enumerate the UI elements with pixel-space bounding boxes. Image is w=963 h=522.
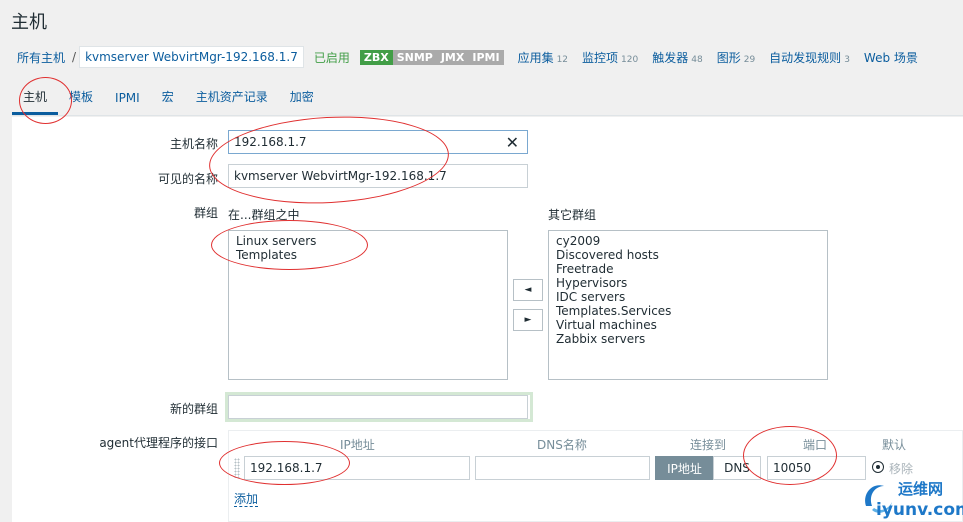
- add-interface-link[interactable]: 添加: [234, 493, 259, 507]
- column-connect-to: 连接到: [690, 438, 727, 452]
- groups-label: 群组: [193, 206, 218, 220]
- breadcrumb-discovery-rules[interactable]: 自动发现规则 3: [769, 49, 850, 66]
- tab-templates[interactable]: 模板: [58, 88, 104, 115]
- other-groups-listbox[interactable]: cy2009 Discovered hosts Freetrade Hyperv…: [548, 230, 828, 380]
- breadcrumb-items[interactable]: 监控项 120: [582, 49, 638, 66]
- visible-name-label: 可见的名称: [157, 172, 218, 186]
- list-item[interactable]: Virtual machines: [556, 318, 820, 332]
- column-ip: IP地址: [340, 438, 375, 452]
- list-item[interactable]: Linux servers: [236, 234, 500, 248]
- column-port: 端口: [803, 438, 828, 452]
- host-name-input[interactable]: 192.168.1.7 ✕: [228, 130, 528, 154]
- visible-name-value: kvmserver WebvirtMgr-192.168.1.7: [234, 169, 447, 183]
- tab-macros[interactable]: 宏: [151, 88, 185, 115]
- move-right-button[interactable]: ►: [513, 309, 543, 331]
- connect-ip-button[interactable]: IP地址: [655, 456, 714, 480]
- default-interface-radio[interactable]: [872, 461, 884, 473]
- breadcrumb-graphs[interactable]: 图形 29: [717, 49, 755, 66]
- page-title: 主机: [11, 12, 47, 33]
- arrow-left-icon: ◄: [524, 285, 532, 295]
- availability-jmx-badge: JMX: [436, 49, 469, 65]
- visible-name-input[interactable]: kvmserver WebvirtMgr-192.168.1.7: [228, 164, 528, 188]
- host-name-label: 主机名称: [169, 137, 218, 151]
- arrow-right-icon: ►: [524, 315, 532, 325]
- connect-dns-button[interactable]: DNS: [713, 456, 761, 480]
- watermark-logo: 运维网 iyunv.com: [858, 476, 963, 522]
- list-item[interactable]: IDC servers: [556, 290, 820, 304]
- drag-handle-icon[interactable]: [234, 458, 240, 478]
- breadcrumb-separator: /: [72, 50, 77, 64]
- tab-inventory[interactable]: 主机资产记录: [185, 88, 279, 115]
- watermark-text-cn: 运维网: [898, 480, 944, 498]
- availability-zbx-badge: ZBX: [359, 49, 393, 65]
- tab-host[interactable]: 主机: [12, 88, 59, 115]
- breadcrumb-applications[interactable]: 应用集 12: [518, 49, 568, 66]
- tab-bar: 主机 模板 IPMI 宏 主机资产记录 加密: [12, 80, 963, 116]
- clear-icon[interactable]: ✕: [506, 133, 519, 152]
- in-groups-label: 在...群组之中: [228, 208, 300, 222]
- breadcrumb-triggers[interactable]: 触发器 48: [652, 49, 702, 66]
- list-item[interactable]: Discovered hosts: [556, 248, 820, 262]
- list-item[interactable]: Zabbix servers: [556, 332, 820, 346]
- interface-ip-input[interactable]: 192.168.1.7: [244, 456, 470, 480]
- status-enabled[interactable]: 已启用: [314, 49, 350, 66]
- in-groups-listbox[interactable]: Linux servers Templates: [228, 230, 508, 380]
- agent-interfaces-label: agent代理程序的接口: [99, 436, 218, 450]
- breadcrumb-web-scenarios[interactable]: Web 场景: [864, 49, 918, 66]
- breadcrumb-all-hosts[interactable]: 所有主机: [0, 49, 69, 66]
- column-default: 默认: [882, 438, 907, 452]
- remove-interface-link[interactable]: 移除: [889, 460, 913, 477]
- interface-dns-input[interactable]: [475, 456, 650, 480]
- column-dns: DNS名称: [537, 438, 587, 452]
- new-group-label: 新的群组: [169, 402, 218, 416]
- interface-port-input[interactable]: 10050: [767, 456, 866, 480]
- list-item[interactable]: Freetrade: [556, 262, 820, 276]
- move-left-button[interactable]: ◄: [513, 279, 543, 301]
- list-item[interactable]: Templates.Services: [556, 304, 820, 318]
- host-name-value: 192.168.1.7: [234, 135, 307, 149]
- breadcrumb: 所有主机 / kvmserver WebvirtMgr-192.168.1.7 …: [0, 44, 918, 70]
- breadcrumb-current-host[interactable]: kvmserver WebvirtMgr-192.168.1.7: [79, 46, 304, 68]
- list-item[interactable]: Templates: [236, 248, 500, 262]
- watermark-text-en: iyunv.com: [876, 500, 963, 520]
- availability-ipmi-badge: IPMI: [468, 49, 504, 65]
- tab-ipmi[interactable]: IPMI: [104, 91, 151, 115]
- availability-snmp-badge: SNMP: [392, 49, 437, 65]
- list-item[interactable]: Hypervisors: [556, 276, 820, 290]
- tab-encryption[interactable]: 加密: [279, 88, 325, 115]
- other-groups-label: 其它群组: [548, 208, 597, 222]
- list-item[interactable]: cy2009: [556, 234, 820, 248]
- new-group-input[interactable]: [228, 395, 528, 419]
